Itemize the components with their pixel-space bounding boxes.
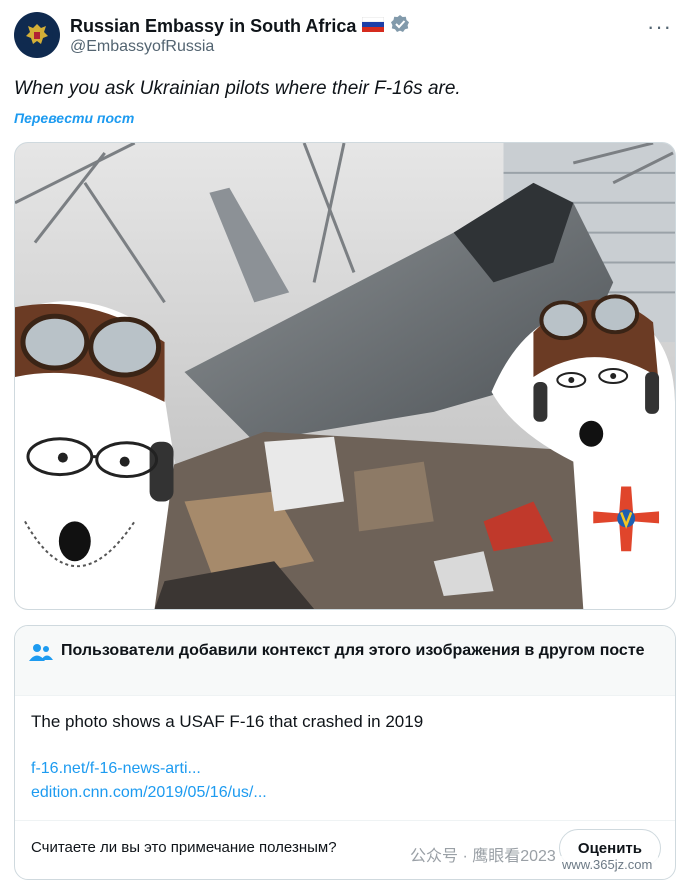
display-name[interactable]: Russian Embassy in South Africa xyxy=(70,16,356,37)
post-image[interactable] xyxy=(14,142,676,610)
community-note-body: The photo shows a USAF F-16 that crashed… xyxy=(31,712,424,731)
users-group-icon xyxy=(29,644,53,661)
left-wojak-figure xyxy=(15,301,175,609)
watermark-site: www.365jz.com xyxy=(556,856,659,873)
community-note-title: Пользователи добавили контекст для этого… xyxy=(61,642,645,659)
verified-badge-icon xyxy=(390,14,410,39)
translate-post-link[interactable]: Перевести пост xyxy=(14,110,134,126)
community-note: Пользователи добавили контекст для этого… xyxy=(14,625,676,880)
post-text: When you ask Ukrainian pilots where thei… xyxy=(14,78,461,99)
coat-of-arms-icon xyxy=(21,19,53,51)
note-source-link[interactable]: f-16.net/f-16-news-arti... xyxy=(31,760,201,778)
post-header: Russian Embassy in South Africa @Embassy… xyxy=(14,12,676,62)
community-note-header: Пользователи добавили контекст для этого… xyxy=(15,626,675,696)
crashed-jet-meme-image xyxy=(15,143,675,609)
watermark-text: 公众号 · 鹰眼看2023 xyxy=(410,848,556,865)
avatar[interactable] xyxy=(14,12,60,58)
note-source-link[interactable]: edition.cnn.com/2019/05/16/us/... xyxy=(31,784,267,802)
note-helpful-question: Считаете ли вы это примечание полезным? xyxy=(31,839,337,856)
more-options-icon[interactable]: ··· xyxy=(647,14,672,40)
russia-flag-icon xyxy=(362,16,385,37)
user-handle[interactable]: @EmbassyofRussia xyxy=(70,38,214,56)
